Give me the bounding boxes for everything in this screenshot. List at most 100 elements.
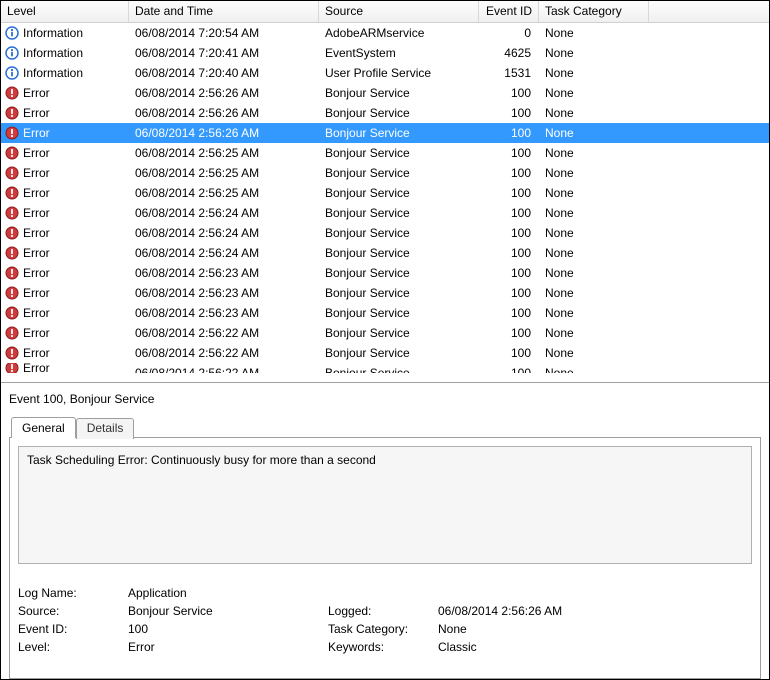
value-log-name: Application (128, 586, 328, 600)
value-event-id: 100 (128, 622, 328, 636)
cell-date: 06/08/2014 2:56:25 AM (129, 183, 319, 203)
table-row[interactable]: Error 06/08/2014 2:56:26 AMBonjour Servic… (1, 123, 769, 143)
cell-task: None (539, 183, 649, 203)
cell-level-text: Error (23, 263, 50, 283)
cell-level-text: Error (23, 83, 50, 103)
header-source[interactable]: Source (319, 1, 479, 22)
cell-event-id: 100 (479, 283, 539, 303)
cell-level: Error (1, 183, 129, 203)
label-task-category: Task Category: (328, 622, 438, 636)
cell-date: 06/08/2014 7:20:40 AM (129, 63, 319, 83)
cell-level-text: Information (23, 23, 83, 43)
error-icon (5, 246, 19, 260)
cell-date: 06/08/2014 7:20:54 AM (129, 23, 319, 43)
cell-date: 06/08/2014 2:56:24 AM (129, 243, 319, 263)
cell-level-text: Error (23, 283, 50, 303)
error-icon (5, 186, 19, 200)
cell-task: None (539, 343, 649, 363)
event-rows[interactable]: Information06/08/2014 7:20:54 AMAdobeARM… (1, 23, 769, 382)
error-icon (5, 326, 19, 340)
tab-general[interactable]: General (11, 417, 76, 438)
table-row[interactable]: Information06/08/2014 7:20:54 AMAdobeARM… (1, 23, 769, 43)
error-icon (5, 226, 19, 240)
table-row[interactable]: Error06/08/2014 2:56:26 AMBonjour Servic… (1, 103, 769, 123)
table-row[interactable]: Error06/08/2014 2:56:24 AMBonjour Servic… (1, 223, 769, 243)
cell-event-id: 100 (479, 103, 539, 123)
cell-level-text: Error (23, 223, 50, 243)
cell-task: None (539, 103, 649, 123)
cell-level-text: Error (23, 163, 50, 183)
table-row[interactable]: Error06/08/2014 2:56:22 AMBonjour Servic… (1, 323, 769, 343)
cell-date: 06/08/2014 2:56:26 AM (129, 103, 319, 123)
cell-source: Bonjour Service (319, 303, 479, 323)
cell-date: 06/08/2014 2:56:22 AM (129, 363, 319, 373)
cell-task: None (539, 243, 649, 263)
cell-source: User Profile Service (319, 63, 479, 83)
cell-level-text: Error (23, 243, 50, 263)
cell-level-text: Error (23, 343, 50, 363)
table-row[interactable]: Error06/08/2014 2:56:26 AMBonjour Servic… (1, 83, 769, 103)
error-icon (5, 146, 19, 160)
error-icon (5, 106, 19, 120)
cell-level: Error (1, 343, 129, 363)
cell-source: Bonjour Service (319, 283, 479, 303)
cell-level-text: Error (23, 123, 50, 143)
value-logged: 06/08/2014 2:56:26 AM (438, 604, 638, 618)
cell-date: 06/08/2014 2:56:24 AM (129, 223, 319, 243)
cell-task: None (539, 23, 649, 43)
cell-task: None (539, 323, 649, 343)
table-row[interactable]: Error06/08/2014 2:56:25 AMBonjour Servic… (1, 143, 769, 163)
table-row[interactable]: Error06/08/2014 2:56:22 AMBonjour Servic… (1, 343, 769, 363)
table-row[interactable]: Information06/08/2014 7:20:41 AMEventSys… (1, 43, 769, 63)
value-keywords: Classic (438, 640, 638, 654)
cell-task: None (539, 283, 649, 303)
cell-event-id: 100 (479, 303, 539, 323)
cell-date: 06/08/2014 2:56:23 AM (129, 303, 319, 323)
error-icon (5, 86, 19, 100)
cell-source: Bonjour Service (319, 163, 479, 183)
table-row[interactable]: Error06/08/2014 2:56:24 AMBonjour Servic… (1, 243, 769, 263)
cell-task: None (539, 43, 649, 63)
table-row[interactable]: Error 06/08/2014 2:56:22 AMBonjour Servic… (1, 363, 769, 373)
cell-date: 06/08/2014 2:56:23 AM (129, 283, 319, 303)
cell-date: 06/08/2014 2:56:25 AM (129, 163, 319, 183)
error-icon (5, 206, 19, 220)
cell-level: Information (1, 63, 129, 83)
header-task-category[interactable]: Task Category (539, 1, 649, 22)
cell-level: Error (1, 323, 129, 343)
header-event-id[interactable]: Event ID (479, 1, 539, 22)
info-icon (5, 26, 19, 40)
cell-date: 06/08/2014 2:56:25 AM (129, 143, 319, 163)
event-list-pane: Level Date and Time Source Event ID Task… (1, 1, 769, 383)
cell-date: 06/08/2014 2:56:26 AM (129, 123, 319, 143)
tab-details[interactable]: Details (76, 418, 135, 439)
table-row[interactable]: Information06/08/2014 7:20:40 AMUser Pro… (1, 63, 769, 83)
table-row[interactable]: Error06/08/2014 2:56:23 AMBonjour Servic… (1, 263, 769, 283)
cell-date: 06/08/2014 2:56:26 AM (129, 83, 319, 103)
cell-level: Information (1, 43, 129, 63)
table-row[interactable]: Error06/08/2014 2:56:24 AMBonjour Servic… (1, 203, 769, 223)
cell-task: None (539, 83, 649, 103)
cell-event-id: 100 (479, 143, 539, 163)
header-level[interactable]: Level (1, 1, 129, 22)
cell-level: Error (1, 203, 129, 223)
cell-source: Bonjour Service (319, 343, 479, 363)
label-keywords: Keywords: (328, 640, 438, 654)
table-row[interactable]: Error 06/08/2014 2:56:23 AMBonjour Servic… (1, 283, 769, 303)
cell-level-text: Information (23, 43, 83, 63)
detail-title: Event 100, Bonjour Service (1, 384, 769, 416)
table-row[interactable]: Error06/08/2014 2:56:25 AMBonjour Servic… (1, 183, 769, 203)
cell-source: Bonjour Service (319, 363, 479, 373)
column-headers: Level Date and Time Source Event ID Task… (1, 1, 769, 23)
cell-date: 06/08/2014 2:56:24 AM (129, 203, 319, 223)
error-icon (5, 363, 19, 373)
table-row[interactable]: Error 06/08/2014 2:56:25 AMBonjour Servic… (1, 163, 769, 183)
header-date[interactable]: Date and Time (129, 1, 319, 22)
detail-tabs: General Details (1, 416, 769, 437)
cell-level-text: Error (23, 363, 50, 373)
cell-level: Error (1, 103, 129, 123)
cell-source: Bonjour Service (319, 123, 479, 143)
cell-source: Bonjour Service (319, 323, 479, 343)
cell-date: 06/08/2014 2:56:22 AM (129, 323, 319, 343)
table-row[interactable]: Error06/08/2014 2:56:23 AMBonjour Servic… (1, 303, 769, 323)
